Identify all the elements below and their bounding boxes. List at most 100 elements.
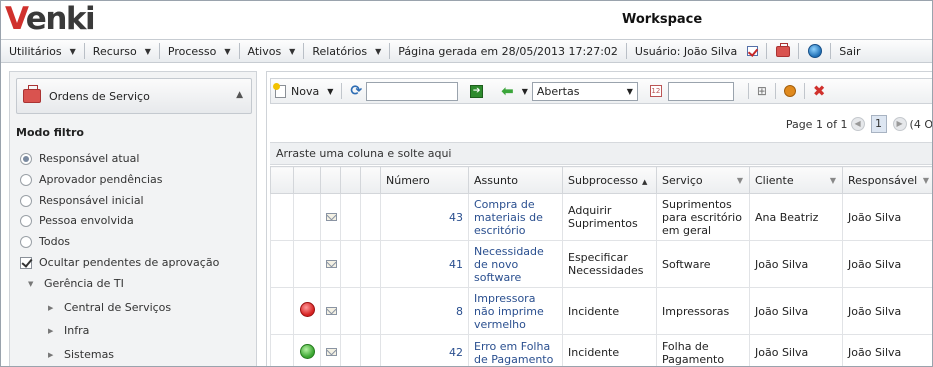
radio[interactable] (20, 194, 32, 207)
table-row[interactable]: 43 Compra de materiais de escritório Adq… (270, 193, 932, 241)
back-dropdown-button[interactable]: ▼ (518, 81, 532, 101)
hierarchy-icon: ⊞ (756, 84, 767, 98)
caret-down-icon: ▼ (327, 86, 334, 96)
cell-blank (270, 193, 294, 241)
panel-header-service-orders[interactable]: Ordens de Serviço ▲ (16, 78, 252, 114)
order-subject[interactable]: Compra de materiais de escritório (468, 193, 563, 241)
radio[interactable] (20, 173, 32, 186)
separator (774, 83, 776, 99)
order-subject[interactable]: Impressora não imprime vermelho (468, 287, 563, 335)
radio[interactable] (20, 235, 32, 248)
mail-cell[interactable] (320, 240, 341, 288)
menu-relatorios[interactable]: Relatórios ▼ (304, 43, 391, 59)
table-row[interactable]: 42 Erro em Folha de Pagamento Incidente … (270, 334, 932, 366)
prev-page-button[interactable]: ◀ (850, 117, 865, 131)
tree-node-infra[interactable]: ▶ Infra (48, 324, 89, 337)
exit-link[interactable]: Sair (831, 43, 868, 59)
option-label: Responsável inicial (39, 194, 144, 207)
orders-table: Número Assunto Subprocesso ▲ Serviço ▼ Cli… (270, 166, 932, 366)
radio-selected[interactable] (20, 152, 32, 165)
triangle-down-icon[interactable]: ▼ (28, 280, 34, 288)
filter-icon[interactable]: ▼ (830, 176, 836, 185)
filter-option-aprovador-pendencias[interactable]: Aprovador pendências (20, 173, 163, 186)
briefcase-button[interactable] (767, 42, 800, 59)
order-number[interactable]: 8 (380, 287, 469, 335)
envelope-icon (326, 348, 337, 356)
filter-option-todos[interactable]: Todos (20, 235, 70, 248)
new-dropdown-button[interactable]: ▼ (323, 81, 337, 101)
calendar-button[interactable]: 12 (646, 81, 666, 101)
menu-ativos[interactable]: Ativos ▼ (240, 43, 305, 59)
grid-toolbar: Nova ▼ ⟳ ➔ ⬅ ▼ Abertas ▼ 12 ⊞ ✖ (270, 78, 932, 104)
page-info: Page 1 of 1 (785, 117, 848, 131)
refresh-button[interactable]: ⟳ (346, 81, 366, 101)
order-number[interactable]: 42 (380, 334, 469, 366)
current-user[interactable]: Usuário: João Silva (627, 43, 768, 59)
order-subject[interactable]: Erro em Folha de Pagamento (468, 334, 563, 366)
column-header-assunto[interactable]: Assunto (468, 166, 563, 194)
column-header-mail[interactable] (320, 166, 341, 194)
filter-icon[interactable]: ▼ (737, 176, 743, 185)
order-client: Ana Beatriz (749, 193, 843, 241)
filter-icon[interactable]: ▼ (923, 176, 929, 185)
menu-label: Processo (167, 44, 217, 58)
mail-cell[interactable] (320, 287, 341, 335)
venki-logo[interactable]: Venki (5, 1, 96, 37)
mail-cell[interactable] (320, 193, 341, 241)
hierarchy-button[interactable]: ⊞ (753, 81, 771, 101)
filter-option-pessoa-envolvida[interactable]: Pessoa envolvida (20, 214, 134, 227)
group-by-drop-area[interactable]: Arraste uma coluna e solte aqui (270, 142, 932, 165)
triangle-right-icon[interactable]: ▶ (48, 304, 54, 312)
triangle-right-icon[interactable]: ▶ (48, 327, 54, 335)
table-row[interactable]: 8 Impressora não imprime vermelho Incide… (270, 287, 932, 335)
order-number[interactable]: 43 (380, 193, 469, 241)
order-subject[interactable]: Necessidade de novo software (468, 240, 563, 288)
column-header-blank (270, 166, 294, 194)
date-input[interactable] (667, 81, 734, 101)
table-row[interactable]: 41 Necessidade de novo software Especifi… (270, 240, 932, 288)
mail-cell[interactable] (320, 334, 341, 366)
search-input[interactable] (366, 81, 459, 101)
globe-button[interactable] (799, 43, 832, 59)
globe-icon (807, 44, 822, 58)
column-label: Assunto (474, 173, 518, 187)
back-button[interactable]: ⬅ (497, 81, 518, 101)
cell-blank (270, 240, 294, 288)
new-order-button[interactable]: Nova (271, 81, 323, 101)
tree-node-central-servicos[interactable]: ▶ Central de Serviços (48, 301, 171, 314)
column-header-subprocesso[interactable]: Subprocesso ▲ (562, 166, 657, 194)
order-number[interactable]: 41 (380, 240, 469, 288)
separator (341, 83, 343, 99)
filter-option-responsavel-atual[interactable]: Responsável atual (20, 152, 139, 165)
app-window: Venki Workspace Utilitários ▼ Recurso ▼ Pr… (0, 0, 933, 367)
checkbox-checked[interactable] (20, 256, 32, 269)
page-number-button[interactable]: 1 (870, 115, 887, 133)
column-header-cliente[interactable]: Cliente ▼ (749, 166, 843, 194)
menu-recurso[interactable]: Recurso ▼ (85, 43, 160, 59)
go-button[interactable]: ➔ (466, 81, 487, 101)
logo-v: V (5, 1, 27, 37)
delete-button[interactable]: ✖ (809, 81, 830, 101)
cell-blank (270, 334, 294, 366)
tree-node-gerencia-ti[interactable]: ▼ Gerência de TI (28, 277, 124, 290)
radio[interactable] (20, 214, 32, 227)
cell-blank (340, 287, 361, 335)
order-subprocess: Adquirir Suprimentos (562, 193, 657, 241)
assign-user-button[interactable] (780, 81, 800, 101)
triangle-right-icon[interactable]: ▶ (48, 351, 54, 359)
option-label: Responsável atual (39, 152, 140, 165)
column-header-responsavel[interactable]: Responsável ▼ (842, 166, 932, 194)
status-select[interactable]: Abertas ▼ (531, 81, 638, 101)
column-header-numero[interactable]: Número (380, 166, 469, 194)
next-page-button[interactable]: ▶ (892, 117, 907, 131)
column-header-servico[interactable]: Serviço ▼ (656, 166, 750, 194)
hide-pending-checkbox[interactable]: Ocultar pendentes de aprovação (20, 256, 219, 269)
chevron-up-icon[interactable]: ▲ (236, 90, 243, 100)
filter-option-responsavel-inicial[interactable]: Responsável inicial (20, 194, 144, 207)
generated-timestamp: Página gerada em 28/05/2013 17:27:02 (390, 43, 627, 59)
logo-rest: enki (25, 1, 96, 37)
column-header-status[interactable] (293, 166, 321, 194)
tree-node-sistemas[interactable]: ▶ Sistemas (48, 348, 114, 361)
menu-utilitarios[interactable]: Utilitários ▼ (1, 43, 85, 59)
menu-processo[interactable]: Processo ▼ (160, 43, 240, 59)
